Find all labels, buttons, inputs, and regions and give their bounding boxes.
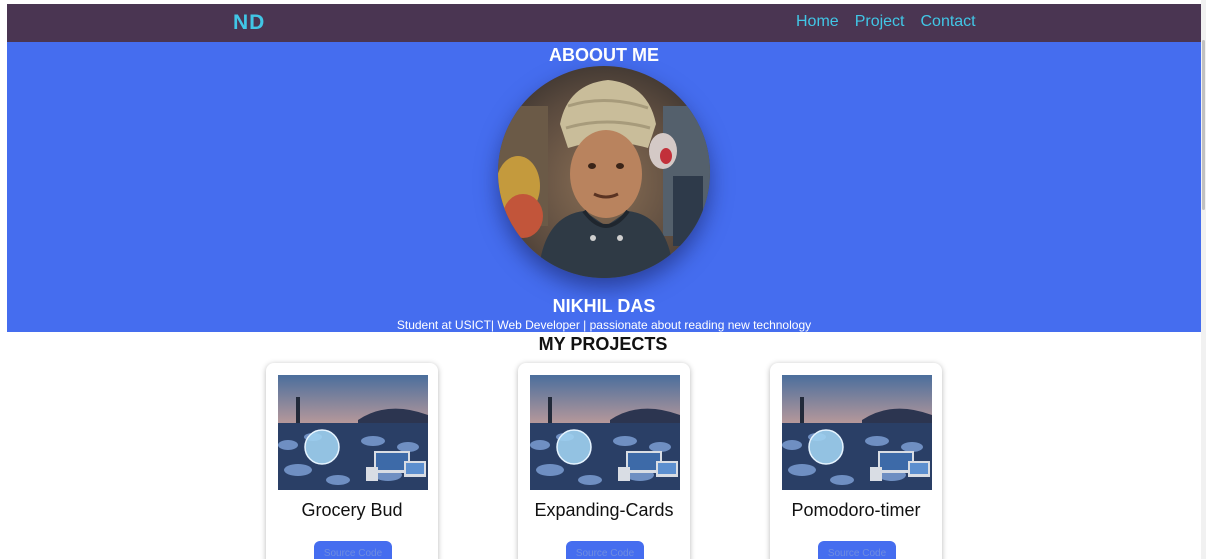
source-code-button[interactable]: Source Code [566, 541, 644, 559]
about-title: ABOOUT ME [549, 45, 659, 65]
profile-name: NIKHIL DAS [552, 296, 656, 316]
page-scrollbar[interactable] [1201, 0, 1206, 559]
source-code-button[interactable]: Source Code [818, 541, 896, 559]
nav-link-project[interactable]: Project [855, 13, 905, 31]
project-thumbnail [278, 375, 428, 490]
nav-link-home[interactable]: Home [796, 13, 839, 31]
portfolio-page: ND Home Project Contact ABOOUT ME NIKHIL… [0, 0, 1206, 559]
project-card-pomodoro-timer: Pomodoro-timer Source Code [770, 363, 942, 559]
source-code-button[interactable]: Source Code [314, 541, 392, 559]
scrollbar-thumb[interactable] [1202, 40, 1205, 210]
project-title: Pomodoro-timer [791, 500, 921, 520]
project-card-grocery-bud: Grocery Bud Source Code [266, 363, 438, 559]
profile-photo [498, 66, 710, 278]
about-section: ABOOUT ME NIKHIL DAS Student at USICT| W… [7, 42, 1201, 332]
nav-link-contact[interactable]: Contact [920, 13, 975, 31]
nav-links: Home Project Contact [796, 13, 976, 31]
navbar: ND Home Project Contact [7, 4, 1201, 42]
project-image [530, 375, 680, 490]
project-thumbnail [782, 375, 932, 490]
project-thumbnail [530, 375, 680, 490]
project-image [782, 375, 932, 490]
projects-title: MY PROJECTS [538, 334, 668, 354]
brand-logo[interactable]: ND [233, 11, 265, 35]
project-card-expanding-cards: Expanding-Cards Source Code [518, 363, 690, 559]
profile-avatar [498, 66, 710, 278]
project-title: Expanding-Cards [534, 500, 674, 520]
project-image [278, 375, 428, 490]
project-title: Grocery Bud [301, 500, 403, 520]
profile-tagline: Student at USICT| Web Developer | passio… [396, 318, 812, 332]
